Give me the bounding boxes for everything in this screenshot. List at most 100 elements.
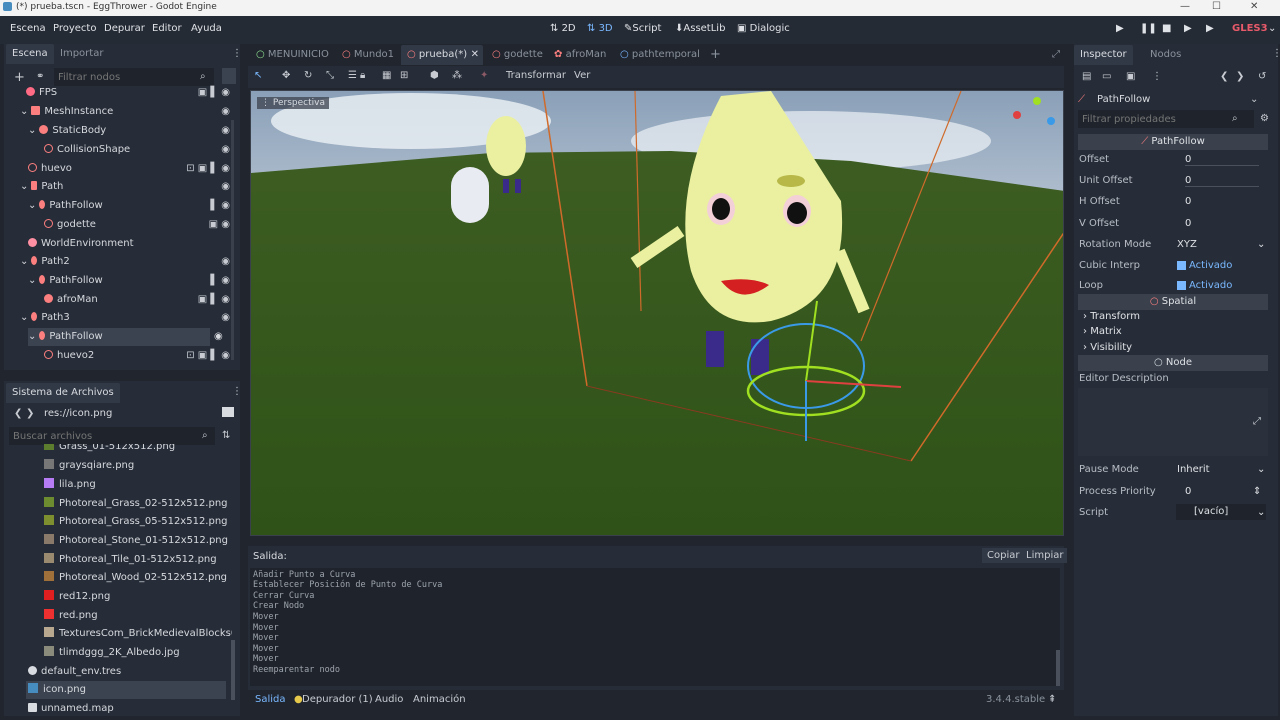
axis-x-dot[interactable] [1013, 111, 1021, 119]
menu-proyecto[interactable]: Proyecto [53, 23, 96, 34]
perspective-menu[interactable]: ⋮ Perspectiva [257, 97, 329, 109]
maximize-icon[interactable]: ☐ [1212, 1, 1221, 12]
move-tool-icon[interactable]: ✥ [282, 70, 290, 81]
dock-menu-icon[interactable]: ⋮ [1272, 48, 1280, 59]
eye-icon[interactable]: ◉ [221, 103, 230, 121]
mode-assetlib-button[interactable]: ⬇AssetLib [675, 23, 725, 34]
chevron-down-icon[interactable]: ⌄ [1257, 239, 1265, 250]
close-icon[interactable]: ✕ [1250, 1, 1258, 12]
tab-filesystem[interactable]: Sistema de Archivos [6, 383, 120, 403]
bottom-tab-animation[interactable]: Animación [413, 694, 466, 705]
tree-item-huevo[interactable]: huevo ⊡ ▣ ▌ ◉ [28, 160, 230, 178]
file-item[interactable]: Photoreal_Stone_01-512x512.png [44, 532, 228, 550]
prop-process-priority-field[interactable]: 0 [1185, 486, 1191, 497]
tab-scene-menuinicio[interactable]: ○ MENUINICIO [250, 45, 335, 65]
tab-scene-pathtemporal[interactable]: ○ pathtemporal [614, 45, 706, 65]
tree-item-meshinstance[interactable]: ⌄ MeshInstance ◉ [20, 103, 230, 121]
menu-escena[interactable]: Escena [10, 23, 46, 34]
eye-icon[interactable]: ▣ ▌ ◉ [198, 84, 230, 102]
clear-button[interactable]: Limpiar [1022, 548, 1068, 563]
tab-scene-mundo1[interactable]: ○ Mundo1 [336, 45, 400, 65]
tree-item-staticbody[interactable]: ⌄ StaticBody ◉ [28, 122, 230, 140]
copy-button[interactable]: Copiar [982, 548, 1025, 563]
tab-importar[interactable]: Importar [54, 44, 109, 64]
snap-grid-icon[interactable]: ⁂ [452, 70, 462, 81]
play-custom-icon[interactable]: ▶ [1206, 23, 1214, 34]
eye-icon[interactable]: ▌ ◉ [210, 272, 230, 290]
eye-icon[interactable]: ▌ ◉ [210, 197, 230, 215]
file-item[interactable]: tlimdggg_2K_Albedo.jpg [44, 644, 180, 662]
chevron-down-icon[interactable]: ⌄ [1257, 507, 1265, 518]
menu-ayuda[interactable]: Ayuda [191, 23, 222, 34]
tree-item-path3[interactable]: ⌄ Path3 ◉ [20, 309, 230, 327]
filter-properties-input[interactable] [1078, 110, 1254, 128]
play-scene-icon[interactable]: ▶ [1184, 23, 1192, 34]
file-item[interactable]: Photoreal_Grass_02-512x512.png [44, 495, 228, 513]
panel-toggle-icon[interactable]: ⇞ [1048, 694, 1056, 705]
add-scene-tab-button[interactable]: + [704, 45, 727, 65]
minimize-icon[interactable]: — [1180, 1, 1190, 12]
eye-icon[interactable]: ◉ [221, 178, 230, 196]
tree-item-godette[interactable]: godette ▣ ◉ [44, 216, 230, 234]
spatial-matrix-toggle[interactable]: › Matrix [1083, 326, 1122, 337]
prop-loop-value[interactable]: Activado [1189, 280, 1232, 291]
file-item[interactable]: default_env.tres [28, 663, 121, 681]
list-select-icon[interactable]: ☰ [348, 70, 357, 81]
renderer-chevron-icon[interactable]: ⌄ [1268, 23, 1276, 34]
snap-icon[interactable]: ⊞ [400, 70, 408, 81]
chevron-down-icon[interactable]: ⌄ [1257, 464, 1265, 475]
dock-menu-icon[interactable]: ⋮ [232, 386, 242, 397]
forward-icon[interactable]: ❯ [26, 408, 34, 419]
tree-item-path2[interactable]: ⌄ Path2 ◉ [20, 253, 230, 271]
axis-y-dot[interactable] [1033, 97, 1041, 105]
tree-item-worldenvironment[interactable]: WorldEnvironment [28, 235, 230, 253]
mode-script-button[interactable]: ✎Script [624, 23, 661, 34]
axis-z-dot[interactable] [1047, 117, 1055, 125]
mode-dialogic-button[interactable]: ▣ Dialogic [737, 23, 790, 34]
script-icon[interactable] [222, 68, 236, 84]
sort-icon[interactable]: ⇅ [222, 430, 230, 441]
file-item-selected[interactable]: icon.png [26, 681, 226, 699]
tab-escena[interactable]: Escena [6, 44, 54, 64]
prop-offset-field[interactable]: 0 [1185, 154, 1259, 166]
eye-icon[interactable]: ⊡ ▣ ▌ ◉ [186, 160, 230, 178]
file-item[interactable]: graysqiare.png [44, 457, 134, 475]
eye-icon[interactable]: ▣ ▌ ◉ [198, 291, 230, 309]
eye-icon[interactable]: ◉ [221, 122, 230, 140]
tree-item-fps[interactable]: FPS ▣ ▌ ◉ [26, 84, 230, 102]
file-item[interactable]: lila.png [44, 476, 96, 494]
new-resource-icon[interactable]: ▤ [1082, 71, 1091, 82]
prop-h-offset-field[interactable]: 0 [1185, 196, 1191, 207]
group-icon[interactable]: ▦ [382, 70, 391, 81]
transform-menu[interactable]: Transformar [506, 70, 566, 81]
tree-item-pathfollow[interactable]: ⌄ PathFollow ▌ ◉ [28, 197, 230, 215]
prop-rotation-mode-select[interactable]: XYZ [1177, 239, 1197, 250]
prop-cubic-interp-value[interactable]: Activado [1189, 260, 1232, 271]
tree-item-afroman[interactable]: afroMan ▣ ▌ ◉ [44, 291, 230, 309]
editor-description-field[interactable] [1078, 388, 1268, 456]
tree-item-pathfollow2[interactable]: ⌄ PathFollow ▌ ◉ [28, 272, 230, 290]
tab-nodos[interactable]: Nodos [1144, 45, 1187, 65]
dock-menu-icon[interactable]: ⋮ [232, 48, 242, 59]
camera-icon[interactable]: ✦ [480, 70, 488, 81]
inspected-node-label[interactable]: PathFollow [1097, 94, 1150, 105]
file-item[interactable]: Grass_01-512x512.png [44, 444, 175, 456]
add-node-icon[interactable]: + [14, 70, 25, 85]
file-item[interactable]: Photoreal_Tile_01-512x512.png [44, 551, 217, 569]
mode-3d-button[interactable]: ⇅ 3D [587, 23, 613, 34]
tree-item-path[interactable]: ⌄ Path ◉ [20, 178, 230, 196]
close-tab-icon[interactable]: ✕ [471, 45, 479, 65]
tab-scene-godette[interactable]: ○ godette [486, 45, 549, 65]
local-space-icon[interactable]: ⬢ [430, 70, 439, 81]
view-menu[interactable]: Ver [574, 70, 590, 81]
scrollbar[interactable] [231, 120, 234, 360]
expand-icon[interactable]: ⤢ [1253, 416, 1261, 427]
mode-2d-button[interactable]: ⇅ 2D [550, 23, 576, 34]
bottom-tab-debugger[interactable]: Depurador (1) [302, 694, 373, 705]
save-icon[interactable]: ▣ [1126, 71, 1135, 82]
history-forward-icon[interactable]: ❯ [1236, 71, 1244, 82]
eye-icon[interactable]: ◉ [221, 253, 230, 271]
more-icon[interactable]: ⋮ [1152, 71, 1162, 82]
file-item[interactable]: Photoreal_Grass_05-512x512.png [44, 513, 228, 531]
prop-pause-mode-select[interactable]: Inherit [1177, 464, 1210, 475]
